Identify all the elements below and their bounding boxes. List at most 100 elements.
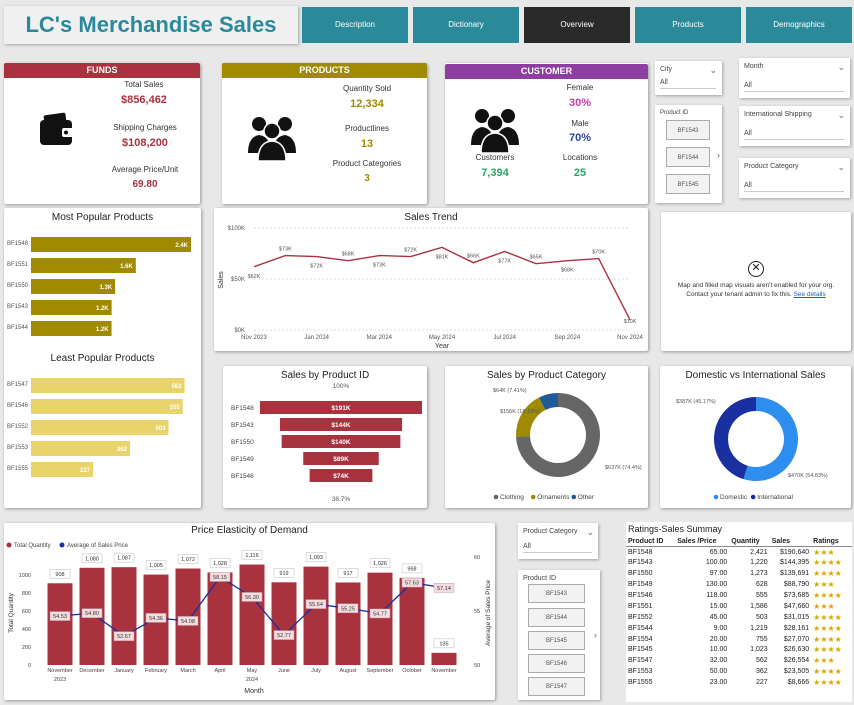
table-row: BF1547 32.00 562 $26,554 ★★★ bbox=[626, 655, 852, 666]
legend-label: Average of Sales Price bbox=[67, 543, 129, 549]
table-row: BF1551 15.00 1,586 $47,660 ★★★ bbox=[626, 601, 852, 612]
month-tick-label: December bbox=[79, 668, 105, 674]
table-header[interactable]: Ratings bbox=[811, 537, 852, 547]
month-slicer-label: Month bbox=[744, 63, 764, 70]
data-label: $62K bbox=[248, 274, 261, 280]
product-id-option[interactable]: BF1546 bbox=[528, 654, 585, 673]
sales-by-product-chart: 100% BF1548 $191K BF1543 $144K BF1550 $140K BF1… bbox=[231, 383, 422, 503]
data-label: 555 bbox=[170, 405, 181, 411]
products-card: PRODUCTS Quantity Sold 12,334 Productlin… bbox=[222, 63, 427, 204]
chevron-down-icon[interactable]: ⌄ bbox=[837, 62, 845, 73]
sales-trend-card: Sales Trend $100K $50K $0K $62K $73K $72K $68K… bbox=[214, 208, 648, 351]
star-rating-icon: ★★★ bbox=[813, 656, 835, 666]
data-label: $73K bbox=[279, 247, 292, 253]
product-tick-label: BF1547 bbox=[7, 382, 29, 388]
product-id-slicer[interactable]: Product ID BF1543 BF1544 BF1545 › bbox=[655, 105, 722, 203]
table-header[interactable]: Sales /Price bbox=[675, 537, 730, 547]
y2-axis-label: Average of Sales Price bbox=[485, 580, 492, 646]
data-label: 503 bbox=[155, 426, 166, 432]
table-cell: $88,790 bbox=[783, 581, 810, 589]
table-row: BF1553 50.00 362 $23,505 ★★★★ bbox=[626, 666, 852, 677]
product-id-option[interactable]: BF1544 bbox=[528, 608, 585, 627]
quantity-label: 1,093 bbox=[309, 555, 323, 561]
avg-price-label: Average Price/Unit bbox=[111, 165, 179, 174]
intl-shipping-slicer[interactable]: International Shipping All ⌄ bbox=[739, 106, 850, 146]
product-id-option[interactable]: BF1543 bbox=[528, 584, 585, 603]
table-cell: 503 bbox=[756, 613, 768, 621]
product-category-slicer[interactable]: Product Category All ⌄ bbox=[739, 158, 850, 198]
table-cell: $26,630 bbox=[783, 646, 810, 654]
chevron-down-icon[interactable]: ⌄ bbox=[586, 527, 594, 538]
tab-products[interactable]: Products bbox=[635, 7, 741, 43]
legend-label: Other bbox=[578, 494, 595, 501]
table-row: BF1549 130.00 628 $88,790 ★★★ bbox=[626, 579, 852, 590]
legend-label: Ornaments bbox=[537, 494, 570, 501]
data-label: 1.2K bbox=[96, 306, 109, 312]
productlines-label: Productlines bbox=[344, 124, 390, 133]
table-cell: $139,691 bbox=[779, 570, 810, 578]
table-row: BF1543 100.00 1,220 $144,395 ★★★★ bbox=[626, 557, 852, 568]
product-tick-label: BF1550 bbox=[7, 283, 29, 289]
product-id-option[interactable]: BF1545 bbox=[666, 174, 710, 194]
product-tick-label: BF1546 bbox=[231, 473, 254, 480]
tab-overview[interactable]: Overview bbox=[524, 7, 630, 43]
avg-price-label: 54.80 bbox=[85, 611, 99, 617]
legend-marker bbox=[750, 494, 756, 500]
month-slicer-value[interactable]: All bbox=[744, 82, 844, 92]
product-category-slicer-value[interactable]: All bbox=[523, 543, 592, 553]
product-id-slicer-label: Product ID bbox=[660, 110, 689, 116]
table-header[interactable]: Quantity bbox=[729, 537, 770, 547]
tab-description[interactable]: Description bbox=[302, 7, 408, 43]
avg-price-label: 57.63 bbox=[405, 581, 419, 587]
product-id-option[interactable]: BF1544 bbox=[666, 147, 710, 167]
quantity-bar bbox=[367, 572, 393, 665]
legend-marker bbox=[6, 542, 12, 548]
table-row: BF1544 9.00 1,219 $28,161 ★★★★ bbox=[626, 623, 852, 634]
table-cell: 227 bbox=[756, 679, 768, 687]
table-cell: 562 bbox=[756, 657, 768, 665]
product-category-slicer-value[interactable]: All bbox=[744, 182, 844, 192]
see-details-link[interactable]: See details bbox=[794, 291, 826, 298]
product-id-option[interactable]: BF1547 bbox=[528, 677, 585, 696]
chevron-right-icon[interactable]: › bbox=[717, 150, 720, 160]
avg-price-value: 69.80 bbox=[132, 179, 158, 190]
sales-by-product-card: Sales by Product ID 100% BF1548 $191K BF154… bbox=[223, 366, 427, 508]
product-id-option[interactable]: BF1545 bbox=[528, 631, 585, 650]
intl-shipping-slicer-value[interactable]: All bbox=[744, 130, 844, 140]
chevron-down-icon[interactable]: ⌄ bbox=[837, 110, 845, 121]
chevron-right-icon[interactable]: › bbox=[594, 630, 597, 640]
domestic-intl-chart: $470K (54.83%) $387K (45.17%) Domestic Inte… bbox=[676, 397, 828, 501]
city-slicer-value[interactable]: All bbox=[660, 79, 716, 89]
month-tick-label: March bbox=[180, 668, 195, 674]
data-label: $72K bbox=[404, 248, 417, 254]
tab-demographics[interactable]: Demographics bbox=[746, 7, 852, 43]
product-category-slicer-2[interactable]: Product Category All ⌄ bbox=[518, 523, 598, 559]
product-categories-value: 3 bbox=[364, 173, 370, 184]
data-label: 362 bbox=[117, 447, 128, 453]
city-slicer[interactable]: City All ⌄ bbox=[655, 61, 722, 95]
tab-dictionary[interactable]: Dictionary bbox=[413, 7, 519, 43]
data-label: $68K bbox=[561, 268, 574, 274]
chevron-down-icon[interactable]: ⌄ bbox=[709, 65, 717, 76]
chevron-down-icon[interactable]: ⌄ bbox=[837, 162, 845, 173]
table-cell: BF1543 bbox=[628, 559, 653, 567]
quantity-label: 917 bbox=[343, 571, 352, 577]
table-header[interactable]: Sales bbox=[769, 537, 812, 547]
y-axis-label: Sales bbox=[218, 271, 225, 289]
data-label: 562 bbox=[172, 384, 183, 390]
data-label: $144K bbox=[331, 422, 350, 429]
table-cell: $8,666 bbox=[787, 679, 810, 687]
data-label: $81K bbox=[436, 254, 449, 260]
month-slicer[interactable]: Month All ⌄ bbox=[739, 58, 850, 98]
product-id-option[interactable]: BF1543 bbox=[666, 120, 710, 140]
table-header[interactable]: Product ID bbox=[626, 537, 676, 547]
table-cell: $28,161 bbox=[783, 624, 810, 632]
product-id-slicer-label: Product ID bbox=[523, 575, 557, 582]
table-cell: BF1544 bbox=[628, 624, 653, 632]
table-cell: BF1546 bbox=[628, 592, 653, 599]
data-label: $74K bbox=[333, 473, 349, 480]
table-row: BF1545 10.00 1,023 $26,630 ★★★★ bbox=[626, 645, 852, 656]
table-cell: BF1551 bbox=[628, 602, 653, 610]
star-rating-icon: ★★★★ bbox=[813, 667, 842, 677]
product-id-slicer-2[interactable]: Product ID BF1543 BF1544 BF1545 BF1546 B… bbox=[518, 570, 600, 700]
